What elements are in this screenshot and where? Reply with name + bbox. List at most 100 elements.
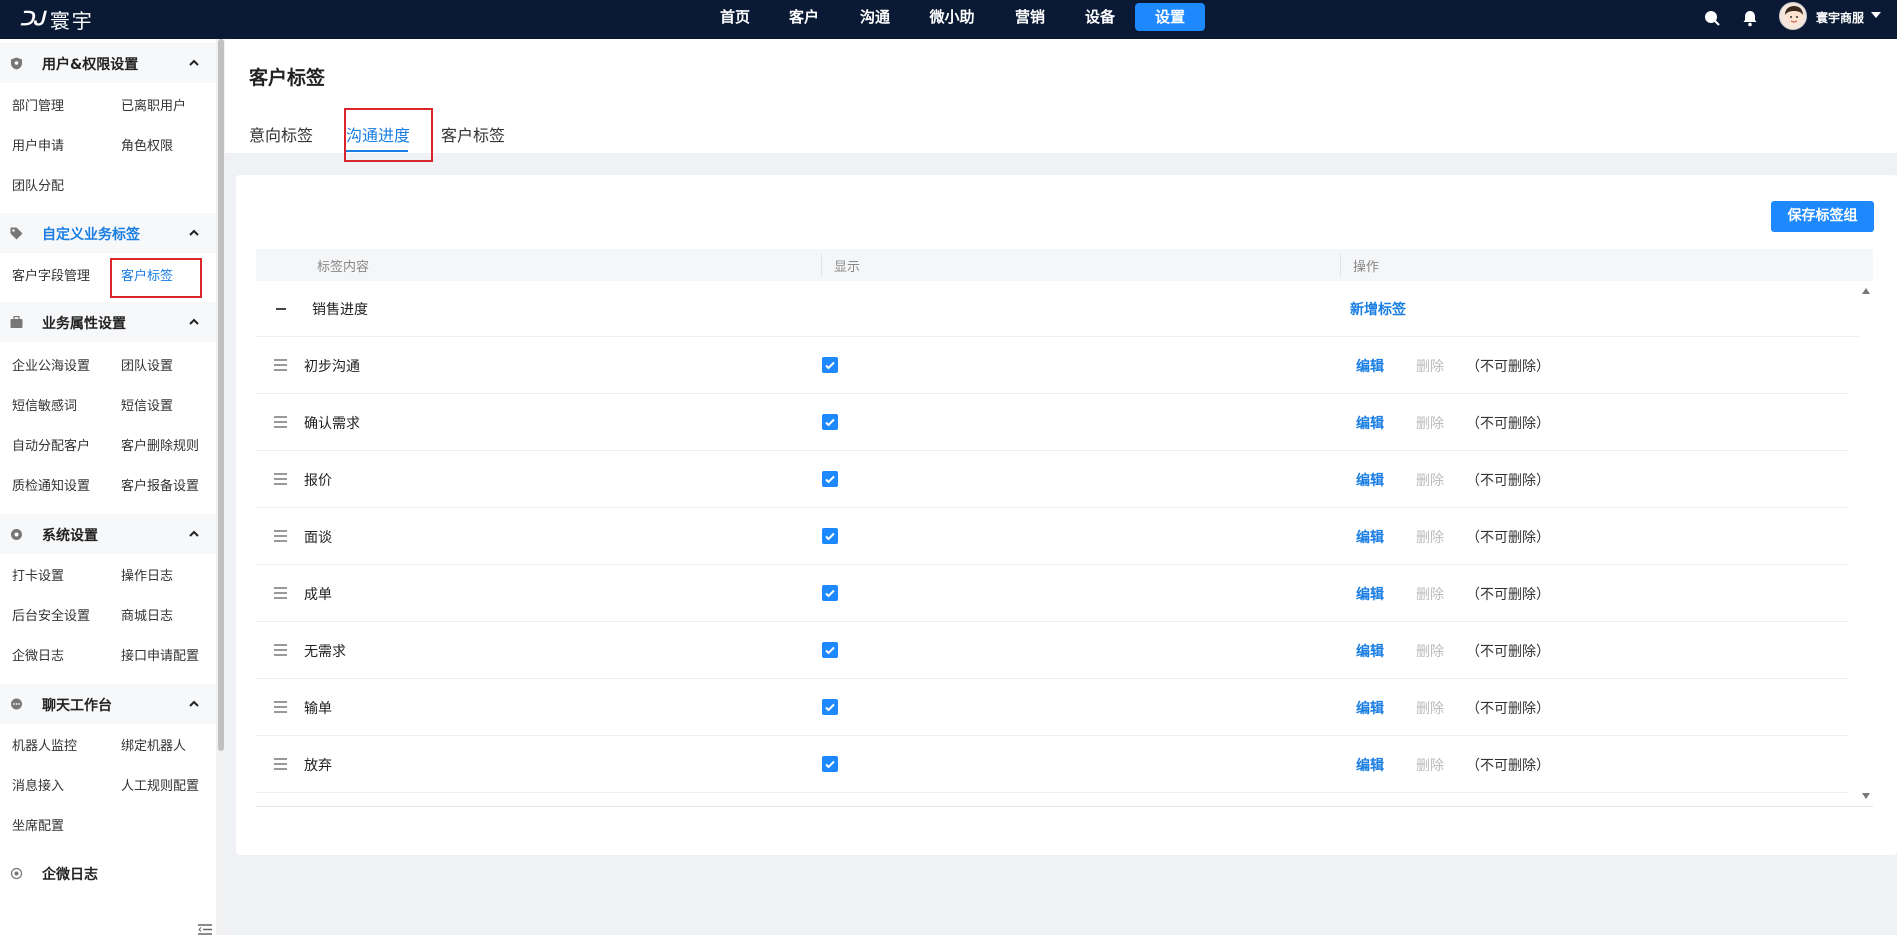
- sidebar-item-security[interactable]: 后台安全设置: [12, 605, 90, 624]
- search-icon[interactable]: [1703, 9, 1721, 27]
- sidebar-item-public-pool[interactable]: 企业公海设置: [12, 355, 90, 374]
- nav-customer[interactable]: 客户: [780, 3, 828, 31]
- table-row: 面谈 编辑 删除 （不可删除）: [256, 508, 1849, 565]
- drag-handle-icon[interactable]: [274, 416, 287, 428]
- edit-button[interactable]: 编辑: [1356, 527, 1384, 547]
- sidebar-item-team-settings[interactable]: 团队设置: [121, 355, 173, 374]
- tab-customer-tag[interactable]: 客户标签: [441, 122, 505, 146]
- sidebar-group-system[interactable]: 系统设置: [0, 514, 216, 554]
- username[interactable]: 寰宇商服: [1816, 9, 1864, 26]
- bell-icon[interactable]: [1741, 9, 1759, 27]
- table-row: 报价 编辑 删除 （不可删除）: [256, 451, 1849, 508]
- edit-button[interactable]: 编辑: [1356, 470, 1384, 490]
- sidebar-item-checkin[interactable]: 打卡设置: [12, 565, 64, 584]
- table-scroll-up-icon[interactable]: [1862, 288, 1870, 294]
- table-scroll-down-icon[interactable]: [1862, 793, 1870, 799]
- display-checkbox[interactable]: [822, 642, 838, 658]
- sidebar-item-auto-assign[interactable]: 自动分配客户: [12, 435, 90, 454]
- edit-button[interactable]: 编辑: [1356, 755, 1384, 775]
- sidebar-group-user-permission[interactable]: 用户&权限设置: [0, 43, 216, 83]
- drag-handle-icon[interactable]: [274, 758, 287, 770]
- display-checkbox[interactable]: [822, 756, 838, 772]
- edit-button[interactable]: 编辑: [1356, 356, 1384, 376]
- delete-button: 删除: [1416, 587, 1444, 603]
- delete-button: 删除: [1416, 758, 1444, 774]
- sidebar-item-customer-field[interactable]: 客户字段管理: [12, 265, 90, 284]
- chevron-up-icon[interactable]: [188, 316, 200, 328]
- tag-name: 面谈: [304, 530, 332, 546]
- sidebar-item-customer-report[interactable]: 客户报备设置: [121, 475, 199, 494]
- tag-name: 无需求: [304, 644, 346, 660]
- drag-handle-icon[interactable]: [274, 530, 287, 542]
- chevron-up-icon[interactable]: [188, 57, 200, 69]
- tab-intent-tag[interactable]: 意向标签: [249, 122, 313, 146]
- tag-group-row: [256, 283, 1859, 337]
- display-checkbox[interactable]: [822, 699, 838, 715]
- edit-button[interactable]: 编辑: [1356, 698, 1384, 718]
- add-tag-link[interactable]: 新增标签: [1350, 299, 1406, 319]
- nav-home[interactable]: 首页: [711, 3, 759, 31]
- display-checkbox[interactable]: [822, 414, 838, 430]
- sidebar-item-bind-robot[interactable]: 绑定机器人: [121, 735, 186, 754]
- chevron-up-icon[interactable]: [188, 227, 200, 239]
- collapse-sidebar-icon[interactable]: [198, 924, 212, 935]
- display-checkbox[interactable]: [822, 357, 838, 373]
- save-tag-group-button[interactable]: 保存标签组: [1771, 201, 1874, 232]
- drag-handle-icon[interactable]: [274, 359, 287, 371]
- edit-button[interactable]: 编辑: [1356, 413, 1384, 433]
- sidebar-group-custom-tags[interactable]: 自定义业务标签: [0, 213, 216, 253]
- sidebar-item-operation-log[interactable]: 操作日志: [121, 565, 173, 584]
- sidebar-item-seat-config[interactable]: 坐席配置: [12, 815, 64, 834]
- top-bar: ᑐᒍ 寰宇 首页 客户 沟通 微小助 营销 设备 设置 寰宇商服: [0, 0, 1897, 39]
- sidebar-item-resigned-users[interactable]: 已离职用户: [121, 95, 186, 114]
- sidebar-item-user-application[interactable]: 用户申请: [12, 135, 64, 154]
- sidebar-item-sms-settings[interactable]: 短信设置: [121, 395, 173, 414]
- gear-icon: [11, 529, 22, 540]
- shield-icon: [11, 57, 22, 70]
- drag-handle-icon[interactable]: [274, 587, 287, 599]
- edit-button[interactable]: 编辑: [1356, 584, 1384, 604]
- tag-icon: [10, 227, 23, 240]
- sidebar-item-sms-sensitive[interactable]: 短信敏感词: [12, 395, 77, 414]
- sidebar-group-chat[interactable]: 聊天工作台: [0, 684, 216, 724]
- nav-settings[interactable]: 设置: [1135, 3, 1205, 31]
- sidebar-item-qc-notify[interactable]: 质检通知设置: [12, 475, 90, 494]
- sidebar-item-team-assign[interactable]: 团队分配: [12, 175, 64, 194]
- sidebar-item-manual-rule[interactable]: 人工规则配置: [121, 775, 199, 794]
- display-checkbox[interactable]: [822, 585, 838, 601]
- sidebar-item-role-permission[interactable]: 角色权限: [121, 135, 173, 154]
- collapse-group-icon[interactable]: [276, 308, 286, 310]
- sidebar-item-message-access[interactable]: 消息接入: [12, 775, 64, 794]
- sidebar-scrollbar-thumb[interactable]: [218, 39, 224, 751]
- sidebar-group-business-attr[interactable]: 业务属性设置: [0, 302, 216, 342]
- sidebar-item-wecom-log[interactable]: 企微日志: [12, 645, 64, 664]
- avatar[interactable]: [1779, 2, 1807, 30]
- drag-handle-icon[interactable]: [274, 644, 287, 656]
- circle-icon: [10, 867, 23, 880]
- edit-button[interactable]: 编辑: [1356, 641, 1384, 661]
- column-header-display: 显示: [834, 260, 861, 275]
- display-checkbox[interactable]: [822, 471, 838, 487]
- sidebar-group-wecom-log[interactable]: 企微日志: [0, 853, 216, 893]
- briefcase-icon: [10, 316, 23, 328]
- sidebar-item-delete-rule[interactable]: 客户删除规则: [121, 435, 199, 454]
- sidebar-group-title: 用户&权限设置: [42, 57, 139, 73]
- sidebar-group-title: 聊天工作台: [42, 698, 112, 714]
- sidebar-item-robot-monitor[interactable]: 机器人监控: [12, 735, 77, 754]
- drag-handle-icon[interactable]: [274, 473, 287, 485]
- tag-name: 初步沟通: [304, 359, 360, 375]
- chevron-up-icon[interactable]: [188, 528, 200, 540]
- sidebar-item-mall-log[interactable]: 商城日志: [121, 605, 173, 624]
- sidebar-item-department[interactable]: 部门管理: [12, 95, 64, 114]
- table-row: 成单 编辑 删除 （不可删除）: [256, 565, 1849, 622]
- drag-handle-icon[interactable]: [274, 701, 287, 713]
- nav-marketing[interactable]: 营销: [1006, 3, 1054, 31]
- sidebar-item-api-config[interactable]: 接口申请配置: [121, 645, 199, 664]
- chevron-up-icon[interactable]: [188, 698, 200, 710]
- chevron-down-icon[interactable]: [1871, 12, 1881, 18]
- display-checkbox[interactable]: [822, 528, 838, 544]
- nav-assistant[interactable]: 微小助: [924, 3, 980, 31]
- column-header-actions: 操作: [1353, 260, 1380, 275]
- nav-communication[interactable]: 沟通: [851, 3, 899, 31]
- nav-device[interactable]: 设备: [1076, 3, 1124, 31]
